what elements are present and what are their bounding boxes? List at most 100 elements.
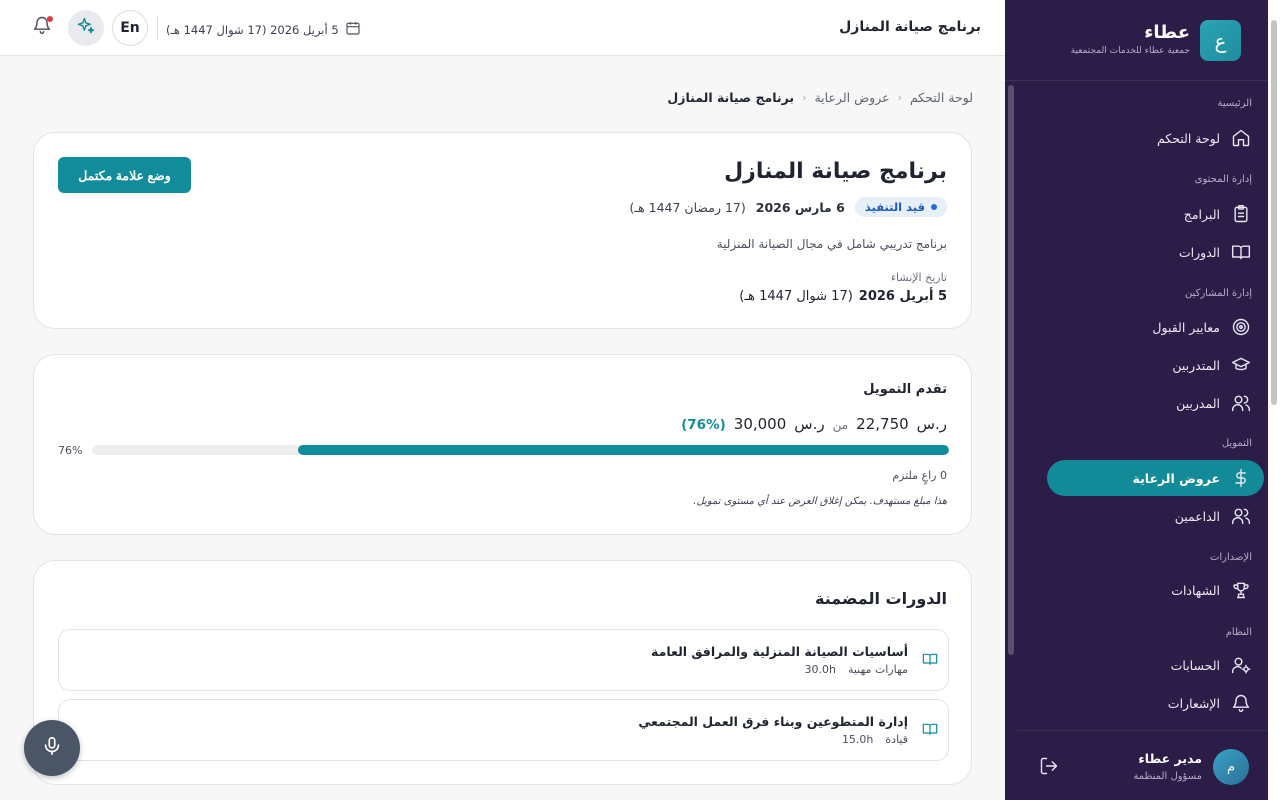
funding-percent: (76%) xyxy=(681,417,726,433)
funding-progress-fill xyxy=(297,445,949,455)
user-role: مسؤول المنظمة xyxy=(1133,771,1202,782)
sidebar-item-label: المتدربين xyxy=(1172,357,1220,373)
sidebar-item-trainers[interactable]: المدربين xyxy=(1047,385,1264,421)
course-hours: 30.0h xyxy=(804,663,836,676)
sidebar-item-label: البرامج xyxy=(1183,206,1220,222)
sidebar-item-dashboard[interactable]: لوحة التحكم xyxy=(1047,120,1264,156)
sidebar-item-supporters[interactable]: الداعمين xyxy=(1047,498,1264,534)
program-title: برنامج صيانة المنازل xyxy=(724,159,947,184)
list-item[interactable]: إدارة المتطوعين وبناء فرق العمل المجتمعي… xyxy=(58,699,949,761)
sidebar-item-label: الحسابات xyxy=(1170,657,1220,673)
sidebar-item-label: الداعمين xyxy=(1174,508,1220,524)
raised-currency: ر.س xyxy=(916,415,947,433)
created-date-hijri: (17 شوال 1447 هـ) xyxy=(739,289,853,304)
breadcrumb-item-current: برنامج صيانة المنازل xyxy=(667,90,795,105)
sidebar: ع عطاء جمعية عطاء للخدمات المجتمعية الرئ… xyxy=(1005,0,1280,800)
users-icon xyxy=(1230,505,1252,527)
start-date-hijri: (17 رمضان 1447 هـ) xyxy=(629,199,746,215)
nav-section-participants: إدارة المشاركين xyxy=(1184,288,1252,299)
start-date: 6 مارس 2026 xyxy=(755,199,845,215)
breadcrumb-item-sponsorships[interactable]: عروض الرعاية xyxy=(814,90,889,105)
book-icon xyxy=(920,651,938,669)
nav-section-main: الرئيسية xyxy=(1217,98,1252,109)
trophy-icon xyxy=(1230,579,1252,601)
raised-amount: 22,750 xyxy=(856,415,909,433)
chevron-left-icon: ‹ xyxy=(897,91,902,104)
funding-progress-bar xyxy=(92,445,949,455)
program-details-card: برنامج صيانة المنازل قيد التنفيذ 6 مارس … xyxy=(33,132,972,329)
sidebar-item-admission-criteria[interactable]: معايير القبول xyxy=(1047,309,1264,345)
course-hours: 15.0h xyxy=(841,733,874,746)
language-toggle-button[interactable]: En xyxy=(112,10,148,46)
created-date-label: تاريخ الإنشاء xyxy=(890,271,947,284)
sidebar-nav: الرئيسية لوحة التحكم إدارة المحتوى البرا… xyxy=(1028,82,1264,730)
graduation-cap-icon xyxy=(1230,354,1252,376)
funding-percent-label: 76% xyxy=(58,444,83,457)
current-date-text: 5 أبريل 2026 (17 شوال 1447 هـ) xyxy=(166,22,339,37)
sidebar-scrollbar[interactable] xyxy=(1005,0,1017,800)
sidebar-item-sponsorship-offers[interactable]: عروض الرعاية xyxy=(1047,460,1264,496)
target-icon xyxy=(1230,316,1252,338)
user-name: مدير عطاء xyxy=(1138,751,1202,766)
included-courses-card: الدورات المضمنة أساسيات الصيانة المنزلية… xyxy=(33,560,972,785)
sidebar-item-accounts[interactable]: الحسابات xyxy=(1047,647,1264,683)
course-meta: مهارات مهنية 30.0h xyxy=(804,663,908,676)
funding-note: هذا مبلغ مستهدف. يمكن إغلاق العرض عند أي… xyxy=(693,496,947,507)
sidebar-item-label: الشهادات xyxy=(1171,582,1220,598)
funding-progress-card: تقدم التمويل ر.س 22,750 من ر.س 30,000 (7… xyxy=(33,354,972,535)
sidebar-item-label: لوحة التحكم xyxy=(1156,130,1220,146)
nav-section-system: النظام xyxy=(1225,627,1252,638)
brand-name: عطاء xyxy=(1144,22,1190,43)
target-currency: ر.س xyxy=(794,415,825,433)
clipboard-icon xyxy=(1230,203,1252,225)
nav-section-content: إدارة المحتوى xyxy=(1194,174,1252,185)
sidebar-item-label: المدربين xyxy=(1176,395,1220,411)
logout-icon[interactable] xyxy=(1037,756,1059,778)
avatar[interactable]: م xyxy=(1213,749,1249,785)
sidebar-outer-scrollbar[interactable] xyxy=(1268,0,1280,800)
sparkles-icon xyxy=(76,16,96,40)
sidebar-item-programs[interactable]: البرامج xyxy=(1047,196,1264,232)
status-badge: قيد التنفيذ xyxy=(854,197,947,217)
brand-subtitle: جمعية عطاء للخدمات المجتمعية xyxy=(1070,46,1190,56)
book-icon xyxy=(920,721,938,739)
sidebar-item-trainees[interactable]: المتدربين xyxy=(1047,347,1264,383)
list-item[interactable]: أساسيات الصيانة المنزلية والمرافق العامة… xyxy=(58,629,949,691)
course-category: مهارات مهنية xyxy=(847,663,908,676)
breadcrumb: لوحة التحكم ‹ عروض الرعاية ‹ برنامج صيان… xyxy=(667,90,973,105)
ai-assistant-button[interactable] xyxy=(68,10,104,46)
course-name: أساسيات الصيانة المنزلية والمرافق العامة xyxy=(651,644,908,659)
sidebar-item-label: الإشعارات xyxy=(1167,695,1220,711)
sidebar-scrollbar-thumb[interactable] xyxy=(1008,85,1014,655)
program-description: برنامج تدريبي شامل في مجال الصيانة المنز… xyxy=(716,237,947,251)
nav-section-releases: الإصدارات xyxy=(1209,552,1252,563)
page-title: برنامج صيانة المنازل xyxy=(839,19,981,35)
voice-input-button[interactable] xyxy=(24,720,80,776)
sidebar-item-label: معايير القبول xyxy=(1152,319,1220,335)
target-amount: 30,000 xyxy=(733,415,787,433)
divider xyxy=(157,16,158,40)
courses-title: الدورات المضمنة xyxy=(815,589,947,608)
brand-logo: ع xyxy=(1200,20,1241,61)
funding-title: تقدم التمويل xyxy=(863,382,947,397)
current-date: 5 أبريل 2026 (17 شوال 1447 هـ) xyxy=(166,20,361,39)
top-bar: برنامج صيانة المنازل 5 أبريل 2026 (17 شو… xyxy=(0,0,1005,56)
sidebar-item-notifications[interactable]: الإشعارات xyxy=(1047,685,1264,721)
sidebar-item-certificates[interactable]: الشهادات xyxy=(1047,572,1264,608)
sidebar-item-courses[interactable]: الدورات xyxy=(1047,234,1264,270)
sidebar-item-label: عروض الرعاية xyxy=(1132,470,1220,486)
course-category: قيادة xyxy=(885,733,908,746)
home-icon xyxy=(1230,127,1252,149)
user-cog-icon xyxy=(1230,654,1252,676)
course-name: إدارة المتطوعين وبناء فرق العمل المجتمعي xyxy=(638,714,908,729)
status-dot xyxy=(931,204,937,210)
dollar-icon xyxy=(1230,467,1252,489)
breadcrumb-item-dashboard[interactable]: لوحة التحكم xyxy=(910,90,973,105)
notifications-button[interactable] xyxy=(30,15,54,39)
sidebar-item-label: الدورات xyxy=(1178,244,1220,260)
users-icon xyxy=(1230,392,1252,414)
mark-complete-button[interactable]: وضع علامة مكتمل xyxy=(58,157,191,193)
status-text: قيد التنفيذ xyxy=(864,200,925,214)
course-meta: قيادة 15.0h xyxy=(842,733,908,746)
book-icon xyxy=(1230,241,1252,263)
